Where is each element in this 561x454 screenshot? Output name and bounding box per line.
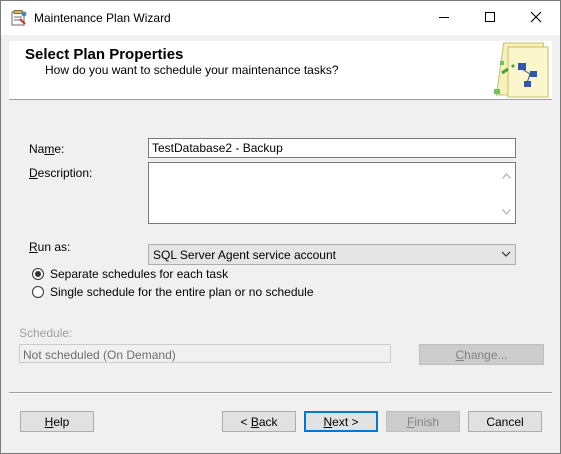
run-as-label: Run as: xyxy=(29,240,71,254)
description-input[interactable] xyxy=(148,162,516,224)
maintenance-plan-wizard-window: Maintenance Plan Wizard Select Plan Prop… xyxy=(0,0,561,454)
minimize-button[interactable] xyxy=(421,1,467,35)
scroll-up-icon xyxy=(502,168,511,182)
close-icon xyxy=(530,11,542,26)
chevron-down-icon xyxy=(500,248,512,263)
finish-button[interactable]: Finish xyxy=(386,411,460,432)
footer-divider xyxy=(9,392,552,394)
page-subtitle: How do you want to schedule your mainten… xyxy=(45,63,339,77)
help-button[interactable]: Help xyxy=(20,411,94,432)
description-scrollbar[interactable] xyxy=(498,163,515,223)
run-as-value: SQL Server Agent service account xyxy=(153,248,336,262)
next-button[interactable]: Next > xyxy=(304,411,378,432)
minimize-icon xyxy=(438,11,450,26)
schedule-label: Schedule: xyxy=(19,326,73,340)
back-button[interactable]: < Back xyxy=(222,411,296,432)
wizard-app-icon xyxy=(11,10,27,26)
radio-button[interactable] xyxy=(32,286,44,298)
schedule-field: Not scheduled (On Demand) xyxy=(19,344,391,363)
cancel-button[interactable]: Cancel xyxy=(468,411,542,432)
description-label: Description: xyxy=(29,166,93,180)
radio-button-checked[interactable] xyxy=(32,268,44,280)
radio-single-schedule[interactable]: Single schedule for the entire plan or n… xyxy=(32,285,314,299)
maximize-button[interactable] xyxy=(467,1,513,35)
close-button[interactable] xyxy=(513,1,559,35)
change-button[interactable]: Change... xyxy=(419,344,544,365)
radio-separate-schedules[interactable]: Separate schedules for each task xyxy=(32,267,228,281)
window-title: Maintenance Plan Wizard xyxy=(34,11,171,25)
page-title: Select Plan Properties xyxy=(25,46,184,63)
run-as-dropdown[interactable]: SQL Server Agent service account xyxy=(148,244,516,265)
radio-label: Separate schedules for each task xyxy=(50,267,229,281)
maximize-icon xyxy=(484,11,496,26)
radio-label: Single schedule for the entire plan or n… xyxy=(50,285,314,299)
wizard-header-graphic-icon xyxy=(494,41,552,99)
scroll-down-icon xyxy=(502,204,511,218)
name-label: Name: xyxy=(29,142,65,156)
wizard-header: Select Plan Properties How do you want t… xyxy=(9,41,552,100)
name-input[interactable]: TestDatabase2 - Backup xyxy=(148,138,516,158)
title-bar: Maintenance Plan Wizard xyxy=(1,1,560,35)
